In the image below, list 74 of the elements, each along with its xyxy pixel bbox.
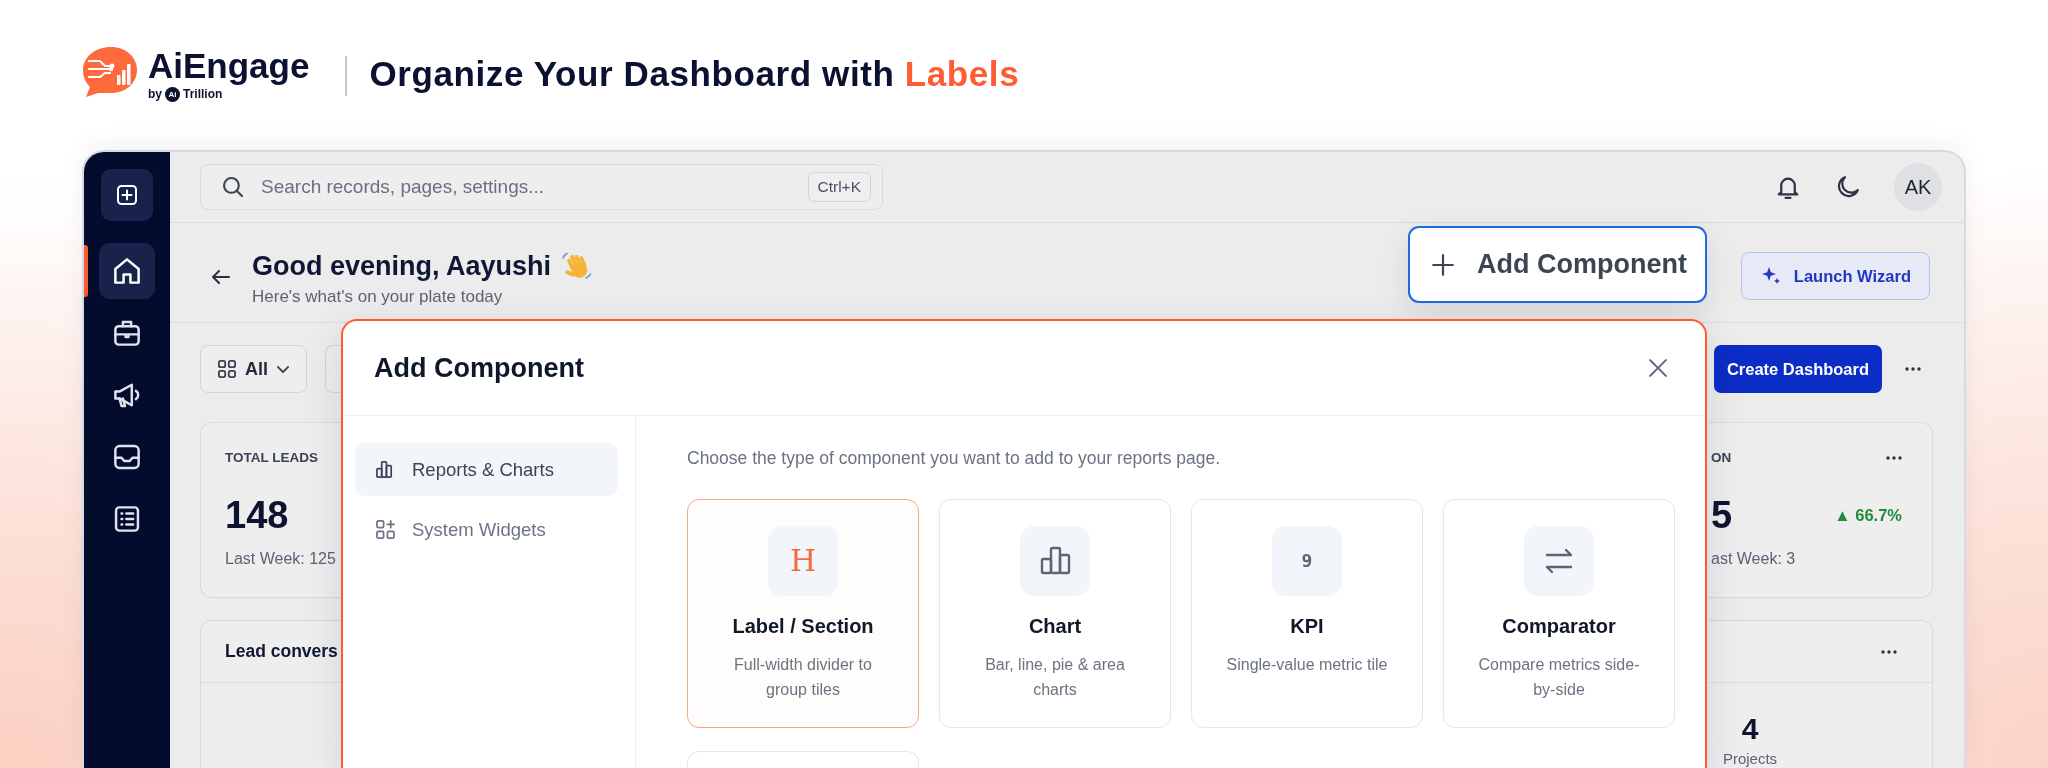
tile-title: Comparator bbox=[1502, 614, 1616, 638]
byline-text: by bbox=[148, 87, 162, 102]
stat-caption: Projects bbox=[1722, 750, 1778, 767]
kpi-label: TOTAL LEADS bbox=[225, 449, 319, 467]
tile-description: Full-width divider to group tiles bbox=[733, 655, 873, 700]
greeting-title: Good evening, Aayushi bbox=[252, 249, 552, 283]
tile-title: Label / Section bbox=[732, 614, 874, 638]
briefcase-icon bbox=[114, 320, 140, 346]
more-icon[interactable] bbox=[1881, 649, 1897, 654]
nav-button[interactable] bbox=[114, 506, 140, 532]
tile-description: Compare metrics side-by-side bbox=[1477, 655, 1641, 700]
search-icon bbox=[223, 177, 243, 197]
nav-button[interactable] bbox=[114, 320, 140, 346]
home-icon bbox=[114, 258, 140, 284]
dialog-instructions: Choose the type of component you want to add to your reports page. bbox=[687, 447, 1222, 469]
number-glyph: 9 bbox=[1272, 526, 1342, 596]
active-indicator bbox=[84, 245, 88, 297]
plus-icon bbox=[1432, 253, 1454, 276]
nav-button[interactable] bbox=[99, 243, 155, 299]
plus-square-icon[interactable] bbox=[101, 169, 153, 221]
create-dashboard-button[interactable]: Create Dashboard bbox=[1714, 345, 1882, 393]
dialog-title: Add Component bbox=[374, 352, 584, 384]
panel-title: Lead convers bbox=[225, 641, 338, 662]
more-icon[interactable] bbox=[1886, 456, 1902, 460]
kpi-value: 148 bbox=[225, 493, 290, 537]
stat-value: 4 bbox=[1741, 712, 1759, 746]
shortcut-hint: Ctrl+K bbox=[807, 172, 871, 202]
search-field[interactable]: Search records, pages, settings... Ctrl+K bbox=[200, 164, 883, 210]
heading-glyph: H bbox=[768, 526, 838, 596]
kpi-note: ast Week: 3 bbox=[1711, 549, 1797, 569]
kpi-value: 5 bbox=[1711, 493, 1733, 537]
back-arrow-icon[interactable] bbox=[212, 269, 230, 284]
megaphone-icon bbox=[114, 382, 140, 408]
nav-button[interactable] bbox=[114, 382, 140, 408]
component-tile[interactable]: Comparator Compare metrics side-by-side bbox=[1443, 499, 1675, 728]
company-name: Trillion bbox=[183, 87, 223, 102]
brand-badge: Ai bbox=[165, 87, 180, 102]
search-input[interactable]: Search records, pages, settings... bbox=[261, 176, 790, 198]
tile-title: KPI bbox=[1290, 614, 1324, 638]
swap-arrows-icon bbox=[1524, 526, 1594, 596]
component-tile[interactable]: H Label / Section Full-width divider to group tiles bbox=[687, 499, 919, 728]
chevron-down-icon bbox=[277, 365, 289, 373]
brand-name: AiEngage bbox=[148, 48, 310, 83]
tile-description: Bar, line, pie & area charts bbox=[984, 655, 1126, 700]
kpi-change: ▲ 66.7% bbox=[1834, 505, 1902, 525]
sparkle-icon bbox=[1761, 267, 1780, 285]
bar-chart-icon bbox=[376, 460, 395, 479]
bell-icon[interactable] bbox=[1777, 175, 1799, 199]
kpi-label: ON bbox=[1711, 449, 1732, 467]
logo-icon bbox=[81, 46, 138, 98]
nav-button[interactable] bbox=[114, 444, 140, 470]
close-icon[interactable] bbox=[1649, 359, 1667, 377]
moon-icon[interactable] bbox=[1837, 176, 1859, 198]
more-icon[interactable] bbox=[1905, 367, 1921, 371]
headline: Organize Your Dashboard with Labels bbox=[369, 56, 1020, 91]
component-tile[interactable]: Chart Bar, line, pie & area charts bbox=[939, 499, 1171, 728]
filter-dropdown[interactable]: All bbox=[200, 345, 307, 393]
widgets-icon bbox=[376, 520, 395, 539]
component-tile[interactable]: 9 KPI Single-value metric tile bbox=[1191, 499, 1423, 728]
tile-title: Chart bbox=[1028, 614, 1082, 638]
user-avatar[interactable]: AK bbox=[1894, 163, 1942, 211]
category-tab[interactable]: System Widgets bbox=[355, 503, 618, 556]
launch-wizard-button[interactable]: Launch Wizard bbox=[1740, 252, 1930, 300]
category-tab[interactable]: Reports & Charts bbox=[355, 443, 618, 496]
waving-hand-icon bbox=[561, 250, 592, 281]
greeting-subtitle: Here's what's on your plate today bbox=[252, 286, 504, 307]
bar-chart-icon bbox=[1020, 526, 1090, 596]
tile-description: Single-value metric tile bbox=[1226, 655, 1388, 675]
grid-icon bbox=[218, 360, 236, 378]
kpi-note: Last Week: 125 bbox=[225, 549, 337, 569]
add-component-button[interactable]: Add Component bbox=[1408, 226, 1707, 303]
inbox-icon bbox=[114, 444, 140, 470]
checklist-icon bbox=[114, 506, 140, 532]
component-tile[interactable] bbox=[687, 751, 919, 768]
